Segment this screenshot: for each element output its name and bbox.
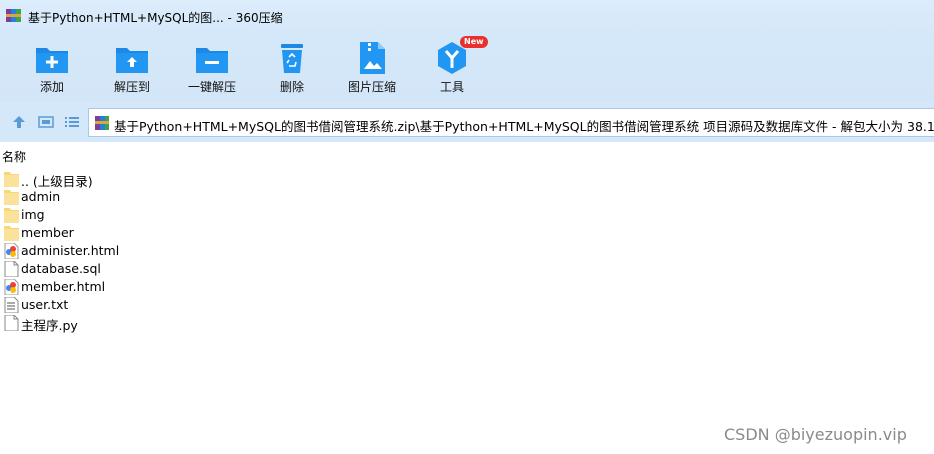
file-list-panel: 名称 .. (上级目录) admin img member administer… (0, 142, 934, 454)
html-file-icon (4, 243, 19, 259)
list-item[interactable]: .. (上级目录) (3, 170, 303, 189)
winrar-books-icon (6, 9, 21, 22)
zip-archive-icon (95, 116, 109, 130)
item-name: member (21, 225, 74, 240)
address-bar[interactable]: 基于Python+HTML+MySQL的图书借阅管理系统.zip\基于Pytho… (88, 108, 934, 137)
new-badge: New (460, 36, 488, 48)
one-click-extract-label: 一键解压 (187, 80, 236, 94)
recycle-bin-icon (281, 44, 303, 73)
file-icon (4, 261, 19, 277)
item-name: database.sql (21, 261, 101, 276)
list-item[interactable]: database.sql (3, 260, 303, 278)
html-file-icon (4, 279, 19, 295)
file-icon (4, 315, 19, 331)
extract-to-icon (116, 48, 148, 73)
title-bar: 基于Python+HTML+MySQL的图... - 360压缩 (0, 0, 934, 32)
column-header-name[interactable]: 名称 (2, 148, 26, 165)
one-click-extract-button[interactable]: 一键解压 (176, 38, 248, 98)
text-file-icon (4, 297, 19, 313)
extract-to-button[interactable]: 解压到 (96, 38, 168, 98)
extract-to-label: 解压到 (113, 80, 150, 94)
image-compress-label: 图片压缩 (347, 80, 396, 94)
image-compress-icon (360, 42, 385, 74)
list-item[interactable]: admin (3, 188, 303, 206)
item-name: 主程序.py (21, 318, 78, 333)
add-button[interactable]: 添加 (16, 38, 88, 98)
up-arrow-icon[interactable] (11, 114, 27, 130)
item-name: administer.html (21, 243, 120, 258)
delete-button[interactable]: 删除 (256, 38, 328, 98)
item-name: user.txt (21, 297, 69, 312)
add-label: 添加 (39, 80, 64, 94)
list-item[interactable]: 主程序.py (3, 314, 303, 333)
folder-icon (4, 208, 19, 223)
list-item[interactable]: user.txt (3, 296, 303, 314)
list-item[interactable]: member.html (3, 278, 303, 296)
address-row: 基于Python+HTML+MySQL的图书借阅管理系统.zip\基于Pytho… (0, 102, 934, 142)
tools-button[interactable]: New 工具 (416, 36, 488, 98)
item-name: admin (21, 189, 61, 204)
thumbnail-view-icon[interactable] (38, 114, 54, 130)
image-compress-button[interactable]: 图片压缩 (336, 38, 408, 98)
folder-icon (4, 172, 19, 187)
tools-label: 工具 (439, 80, 464, 94)
item-name: member.html (21, 279, 106, 294)
delete-label: 删除 (279, 80, 304, 94)
list-item[interactable]: member (3, 224, 303, 242)
one-click-extract-icon (196, 48, 228, 73)
folder-icon (4, 190, 19, 205)
list-item[interactable]: administer.html (3, 242, 303, 260)
list-item[interactable]: img (3, 206, 303, 224)
add-folder-icon (36, 48, 68, 73)
main-toolbar: 添加 解压到 一键解压 删除 图片压缩 New 工具 (0, 32, 934, 102)
window-title: 基于Python+HTML+MySQL的图... - 360压缩 (28, 11, 283, 25)
item-name: img (21, 207, 45, 222)
address-path: 基于Python+HTML+MySQL的图书借阅管理系统.zip\基于Pytho… (114, 119, 934, 134)
list-view-icon[interactable] (64, 114, 80, 130)
watermark: CSDN @biyezuopin.vip (724, 425, 907, 444)
folder-icon (4, 226, 19, 241)
